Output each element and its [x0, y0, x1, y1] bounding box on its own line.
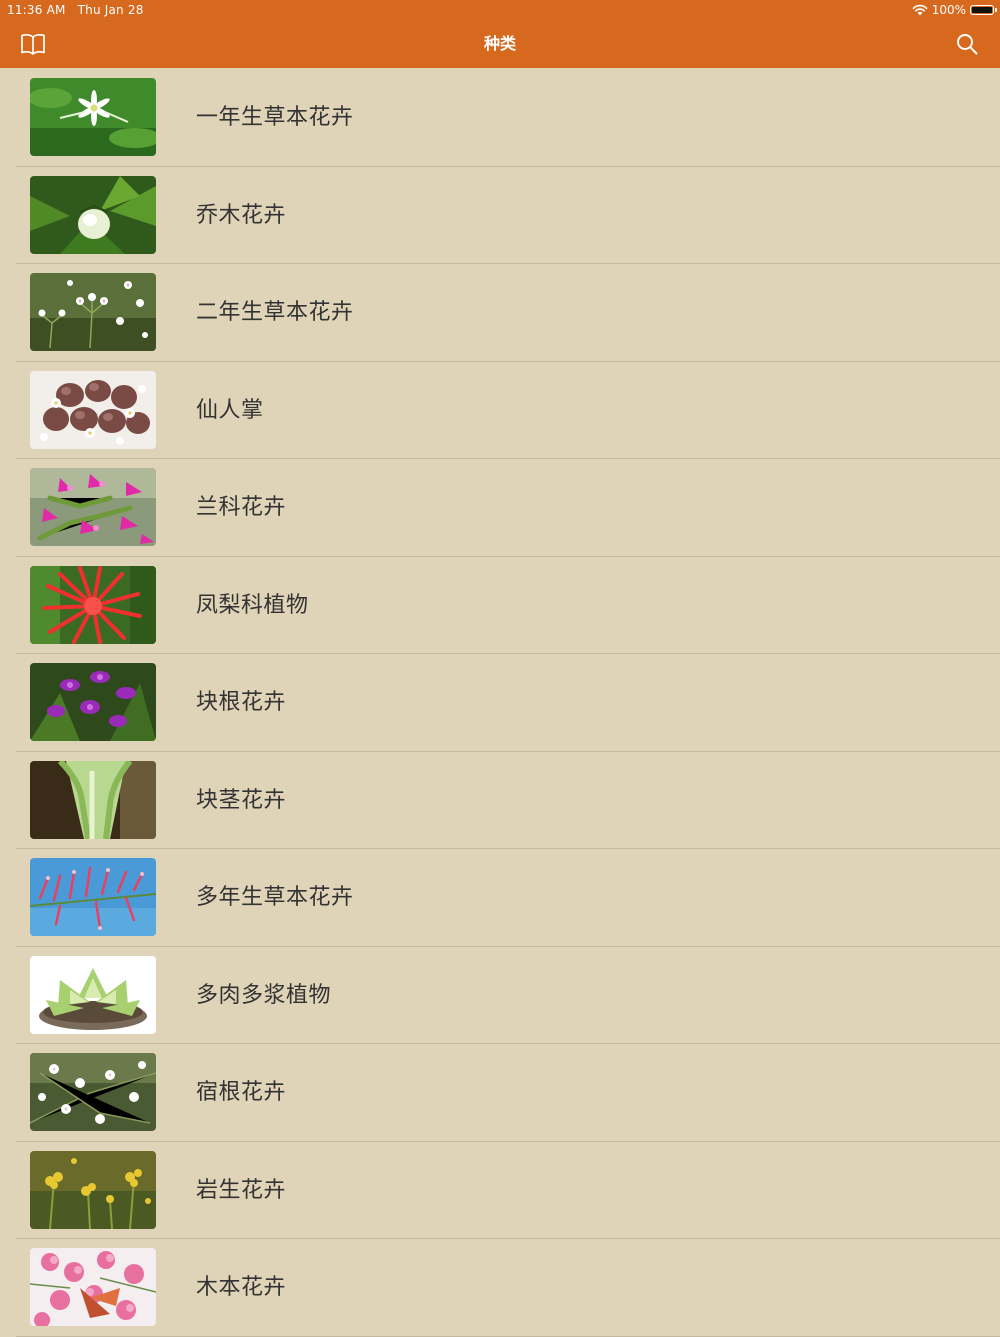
category-row[interactable]: 木本花卉: [0, 1239, 1000, 1337]
category-thumbnail: [30, 955, 156, 1034]
category-thumbnail: [30, 175, 156, 254]
category-row[interactable]: 块茎花卉: [0, 752, 1000, 850]
white-bud-image: [30, 175, 156, 254]
category-thumbnail: [30, 468, 156, 546]
category-label: 多肉多浆植物: [196, 982, 332, 1008]
category-thumbnail: [30, 565, 156, 644]
status-time-text: 11:36 AM: [7, 3, 66, 17]
category-row[interactable]: 块根花卉: [0, 654, 1000, 752]
white-star-flower-image: [30, 78, 156, 156]
category-thumbnail: [30, 760, 156, 839]
category-label: 乔木花卉: [196, 202, 287, 228]
category-row[interactable]: 多年生草本花卉: [0, 849, 1000, 947]
category-label: 岩生花卉: [196, 1177, 287, 1203]
category-label: 凤梨科植物: [196, 592, 309, 618]
category-thumbnail: [30, 1053, 156, 1131]
category-row[interactable]: 兰科花卉: [0, 459, 1000, 557]
category-label: 宿根花卉: [196, 1080, 287, 1105]
status-bar: 11:36 AM Thu Jan 28 100%: [0, 0, 1000, 20]
category-label: 仙人掌: [196, 397, 264, 423]
green-rosette-succulent-image: [30, 955, 156, 1034]
category-thumbnail: [30, 858, 156, 936]
search-button[interactable]: [951, 28, 983, 60]
top-bar: 11:36 AM Thu Jan 28 100% 种类: [0, 0, 1000, 68]
category-label: 多年生草本花卉: [196, 885, 354, 910]
category-row[interactable]: 宿根花卉: [0, 1044, 1000, 1142]
category-thumbnail: [30, 78, 156, 156]
category-row[interactable]: 多肉多浆植物: [0, 947, 1000, 1045]
pink-cactus-flowers-image: [30, 468, 156, 546]
white-small-flowers-image: [30, 1053, 156, 1131]
stone-succulents-image: [30, 370, 156, 449]
category-row[interactable]: 乔木花卉: [0, 167, 1000, 265]
pink-crape-myrtle-image: [30, 1248, 156, 1326]
red-flowers-sky-image: [30, 858, 156, 936]
search-icon: [957, 34, 978, 55]
category-list: 一年生草本花卉 乔木花卉 二年生草本花卉 仙人掌 兰科花卉 凤梨科植物 块根花卉…: [0, 69, 1000, 1337]
category-row[interactable]: 仙人掌: [0, 362, 1000, 460]
status-date-text: Thu Jan 28: [77, 3, 144, 17]
navigation-bar: 种类: [0, 20, 1000, 68]
battery-icon: [970, 5, 997, 15]
page-title: 种类: [483, 34, 516, 53]
category-thumbnail: [30, 663, 156, 741]
category-row[interactable]: 凤梨科植物: [0, 557, 1000, 655]
category-thumbnail: [30, 1150, 156, 1229]
yellow-flower-clusters-image: [30, 1150, 156, 1229]
battery-fill: [972, 7, 992, 13]
category-row[interactable]: 一年生草本花卉: [0, 69, 1000, 167]
battery-percent: 100%: [931, 3, 966, 17]
wifi-icon: [912, 4, 928, 16]
category-thumbnail: [30, 273, 156, 351]
purple-orchid-image: [30, 663, 156, 741]
green-stem-image: [30, 760, 156, 839]
white-flower-clusters-image: [30, 273, 156, 351]
category-label: 块茎花卉: [196, 787, 287, 813]
category-row[interactable]: 岩生花卉: [0, 1142, 1000, 1240]
category-label: 二年生草本花卉: [196, 300, 354, 325]
category-thumbnail: [30, 370, 156, 449]
category-label: 木本花卉: [196, 1275, 287, 1300]
red-spiky-flower-image: [30, 565, 156, 644]
category-row[interactable]: 二年生草本花卉: [0, 264, 1000, 362]
category-label: 一年生草本花卉: [196, 105, 354, 130]
category-thumbnail: [30, 1248, 156, 1326]
status-right: 100%: [912, 0, 997, 20]
category-label: 块根花卉: [196, 690, 287, 715]
category-label: 兰科花卉: [196, 495, 287, 520]
status-time: 11:36 AM Thu Jan 28: [7, 0, 144, 20]
